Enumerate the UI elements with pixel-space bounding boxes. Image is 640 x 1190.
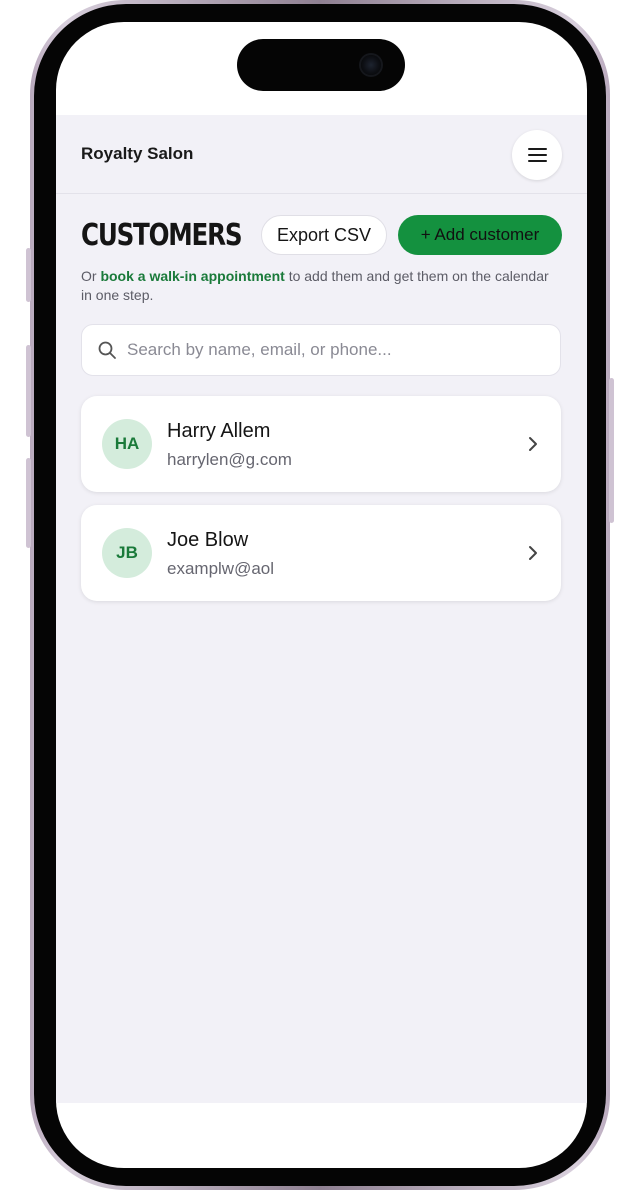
customer-name: Harry Allem — [167, 420, 271, 442]
dynamic-island — [237, 39, 405, 91]
top-bar: Royalty Salon — [56, 115, 587, 194]
brand-title: Royalty Salon — [81, 144, 194, 163]
menu-icon — [527, 148, 547, 162]
volume-down-button — [26, 458, 31, 548]
volume-up-button — [26, 345, 31, 437]
customer-card[interactable]: HA Harry Allem harrylen@g.com — [81, 396, 561, 492]
menu-button[interactable] — [512, 130, 562, 180]
avatar: HA — [102, 419, 152, 469]
camera-icon — [361, 55, 381, 75]
customer-name: Joe Blow — [167, 529, 249, 551]
hint-prefix: Or — [81, 268, 101, 284]
chevron-right-icon — [529, 437, 537, 451]
customer-email: harrylen@g.com — [167, 450, 292, 469]
walk-in-appointment-link[interactable]: book a walk-in appointment — [100, 268, 284, 284]
search-input[interactable]: Search by name, email, or phone... — [81, 324, 561, 376]
add-customer-button[interactable]: + Add customer — [398, 215, 562, 255]
customer-email: examplw@aol — [167, 559, 275, 578]
export-csv-button[interactable]: Export CSV — [261, 215, 387, 255]
action-button — [26, 248, 31, 302]
chevron-right-icon — [529, 546, 537, 560]
page-title: CUSTOMERS — [81, 218, 243, 253]
avatar: JB — [102, 528, 152, 578]
walk-in-hint: Or book a walk-in appointment to add the… — [81, 267, 551, 305]
customer-card[interactable]: JB Joe Blow examplw@aol — [81, 505, 561, 601]
power-button — [609, 378, 614, 523]
search-placeholder: Search by name, email, or phone... — [127, 340, 392, 359]
app-view: Royalty Salon CUSTOMERS Export CSV + Add… — [56, 115, 587, 1103]
search-icon — [98, 341, 116, 359]
screen: Royalty Salon CUSTOMERS Export CSV + Add… — [56, 22, 587, 1168]
